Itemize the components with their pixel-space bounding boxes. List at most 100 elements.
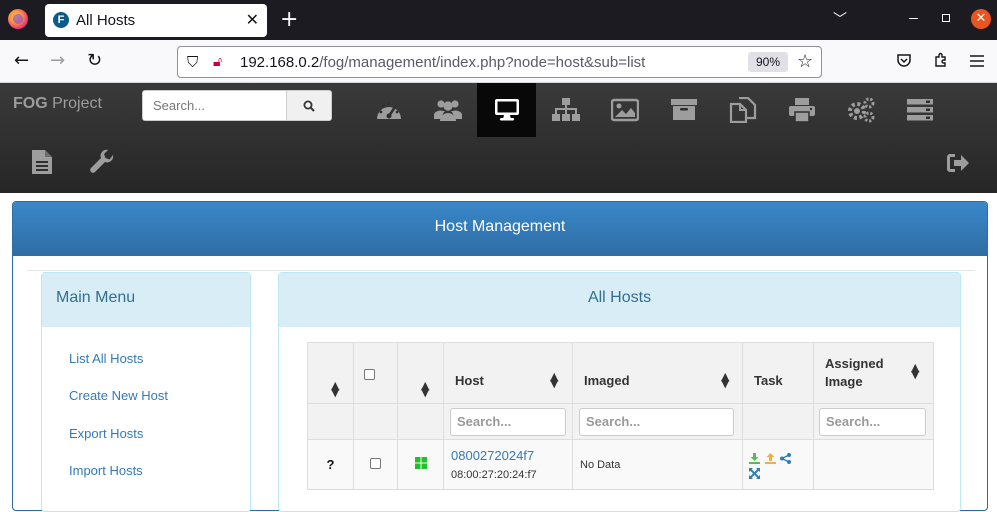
row-select-cell [353, 439, 398, 490]
bookmark-star-icon[interactable]: ☆ [797, 51, 813, 72]
host-cell: 0800272024f7 08:00:27:20:24:f7 [443, 439, 573, 490]
browser-nav-bar: ← → ↻ ⛉ 🔓︎ 192.168.0.2/fog/management/in… [0, 40, 997, 83]
host-mac: 08:00:27:20:24:f7 [451, 468, 537, 481]
back-icon[interactable]: ← [14, 51, 29, 71]
task-cell [742, 439, 814, 490]
tracking-shield-icon[interactable]: ⛉ [187, 53, 198, 71]
printers-icon[interactable] [772, 83, 831, 137]
new-tab-button[interactable]: + [280, 7, 298, 32]
storage-icon[interactable] [654, 83, 713, 137]
window-maximize-icon[interactable] [942, 14, 950, 22]
table-row[interactable]: ? 0800272024f7 08:00:27:20:24:f7 No Data [307, 439, 934, 490]
dashboard-icon[interactable] [359, 83, 418, 137]
firefox-logo-icon [8, 9, 28, 29]
reload-icon[interactable]: ↻ [87, 51, 102, 71]
os-cell [397, 439, 444, 490]
brand-rest: Project [47, 95, 102, 112]
task-header-label: Task [754, 373, 783, 388]
select-all-checkbox[interactable] [364, 369, 375, 380]
url-path: /fog/management/index.php?node=host&sub=… [319, 54, 646, 71]
window-minimize-icon[interactable] [909, 18, 918, 19]
url-text[interactable]: 192.168.0.2/fog/management/index.php?nod… [240, 54, 645, 71]
windows-icon [414, 457, 427, 469]
os-column-header[interactable]: ▲ ▼ [397, 342, 444, 404]
all-hosts-title: All Hosts [279, 273, 960, 327]
brand-bold: FOG [13, 95, 48, 112]
filter-cell-empty [307, 403, 354, 440]
filter-cell: Search... [572, 403, 743, 440]
main-menu-panel: Main Menu List All Hosts Create New Host… [41, 272, 251, 512]
users-icon[interactable] [418, 83, 477, 137]
reports-icon[interactable] [31, 149, 53, 180]
filter-cell: Search... [443, 403, 573, 440]
table-header-row: ▲ ▼ ▲ ▼ Host ▲ ▼ Imaged ▲ ▼ Task Assigned Image… [307, 342, 934, 404]
url-host: 192.168.0.2 [240, 54, 320, 71]
assigned-image-column-header[interactable]: Assigned Image ▲ ▼ [813, 342, 934, 404]
host-filter-input[interactable]: Search... [450, 407, 566, 436]
filter-row: Search... Search... Search... [307, 403, 934, 440]
snapins-icon[interactable] [713, 83, 772, 137]
menu-item-import-hosts[interactable]: Import Hosts [69, 463, 143, 478]
filter-cell-empty [742, 403, 814, 440]
filter-cell-empty [353, 403, 398, 440]
row-checkbox[interactable] [370, 458, 381, 469]
host-name-link[interactable]: 0800272024f7 [451, 448, 534, 463]
imaged-filter-input[interactable]: Search... [579, 407, 734, 436]
host-column-header[interactable]: Host ▲ ▼ [443, 342, 573, 404]
select-all-header [353, 342, 398, 404]
groups-icon[interactable] [536, 83, 595, 137]
logout-icon[interactable] [946, 153, 970, 178]
main-menu-title: Main Menu [42, 273, 250, 327]
hosts-icon[interactable] [477, 83, 536, 137]
sort-icon: ▲ ▼ [331, 379, 340, 399]
fog-brand[interactable]: FOG Project [13, 95, 102, 113]
assigned-header-line1: Assigned [825, 356, 884, 371]
assigned-header-line2: Image [825, 374, 863, 389]
settings-icon[interactable] [831, 83, 890, 137]
multicast-icon[interactable] [780, 452, 792, 464]
window-close-icon[interactable]: ✕ [971, 9, 991, 29]
menu-item-export-hosts[interactable]: Export Hosts [69, 426, 143, 441]
page-title: Host Management [13, 202, 987, 256]
menu-item-list-all-hosts[interactable]: List All Hosts [69, 351, 143, 366]
forward-icon[interactable]: → [50, 51, 65, 71]
extensions-icon[interactable] [933, 52, 949, 73]
capture-icon[interactable] [764, 452, 776, 464]
imaged-column-header[interactable]: Imaged ▲ ▼ [572, 342, 743, 404]
images-icon[interactable] [595, 83, 654, 137]
filter-cell: Search... [813, 403, 934, 440]
pocket-icon[interactable] [896, 52, 912, 73]
tab-close-icon[interactable]: ✕ [246, 10, 259, 29]
tasks-icon[interactable] [890, 83, 949, 137]
all-hosts-panel: All Hosts ▲ ▼ ▲ ▼ Host ▲ ▼ Imaged ▲ ▼ Task Ass… [278, 272, 961, 512]
fog-favicon-icon: F [53, 12, 69, 28]
deploy-icon[interactable] [749, 452, 760, 464]
browser-tab[interactable]: F All Hosts ✕ [45, 4, 267, 37]
task-column-header: Task [742, 342, 814, 404]
assigned-image-cell [813, 439, 934, 490]
search-button[interactable] [286, 90, 332, 121]
sort-icon: ▲ ▼ [911, 361, 920, 381]
fog-header: FOG Project [0, 83, 997, 193]
tab-title: All Hosts [76, 12, 136, 29]
plugins-wrench-icon[interactable] [89, 149, 115, 180]
header-search [142, 90, 332, 121]
zoom-level-button[interactable]: 90% [748, 52, 788, 72]
host-status: ? [307, 439, 354, 490]
sort-icon: ▲ ▼ [550, 370, 559, 390]
assigned-image-filter-input[interactable]: Search... [819, 407, 926, 436]
advanced-icon[interactable] [749, 467, 760, 479]
url-bar[interactable]: ⛉ 🔓︎ 192.168.0.2/fog/management/index.ph… [177, 46, 822, 78]
host-header-label: Host [455, 373, 484, 388]
browser-tab-bar: F All Hosts ✕ + ﹀ ✕ [0, 0, 997, 40]
imaged-header-label: Imaged [584, 373, 630, 388]
list-tabs-chevron-icon[interactable]: ﹀ [833, 9, 847, 29]
app-menu-icon[interactable] [970, 54, 984, 72]
insecure-lock-icon[interactable]: 🔓︎ [213, 54, 222, 70]
filter-cell-empty [397, 403, 444, 440]
menu-item-create-new-host[interactable]: Create New Host [69, 388, 168, 403]
sort-icon: ▲ ▼ [721, 370, 730, 390]
search-input[interactable] [142, 90, 287, 121]
host-management-panel: Host Management Main Menu List All Hosts… [12, 201, 988, 512]
status-column-header[interactable]: ▲ ▼ [307, 342, 354, 404]
